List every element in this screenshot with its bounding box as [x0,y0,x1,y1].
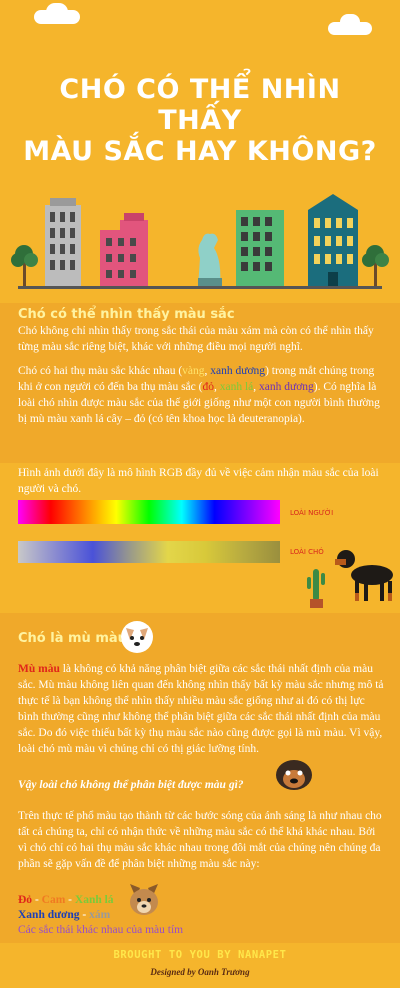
cactus-icon [307,569,325,608]
building-icon [45,198,81,288]
section-title: Chó có thể nhìn thấy màu sắc [18,307,235,322]
dog-icon [335,550,393,601]
dog-icon [198,233,222,288]
tree-icon [11,245,38,288]
dog-face-icon [121,621,153,653]
footer-credit: BROUGHT TO YOU BY NANAPET [113,949,287,961]
dog-face-icon [130,884,158,915]
paragraph: Mù màu là không có khả năng phân biệt gi… [18,663,384,755]
paragraph: Chó có hai thụ màu sắc khác nhau (vàng, … [18,365,380,425]
human-spectrum-bar [18,500,280,524]
designer-credit: Designed by Oanh Trương [150,967,250,977]
paragraph: Chó không chỉ nhìn thấy trong sắc thái c… [18,325,374,353]
dog-face-icon [276,760,312,790]
question-heading: Vậy loài chó không thể phân biệt được mà… [18,779,244,791]
city-skyline-illustration [11,194,389,289]
spectrum-intro: Hình ảnh dưới đây là mô hình RGB đầy đủ … [18,467,379,495]
building-icon [308,194,358,288]
dog-spectrum-bar [18,541,280,563]
cloud-icon [340,14,360,30]
building-icon [236,210,284,288]
human-label: LOÀI NGƯỜI [290,509,334,517]
page-title: CHÓ CÓ THỂ NHÌN THẤY MÀU SẮC HAY KHÔNG? [23,74,377,167]
section-title: Chó là mù màu [18,631,127,646]
tree-icon [362,245,389,288]
cloud-icon [46,3,68,21]
paragraph: Trên thực tế phổ màu tạo thành từ các bư… [18,810,382,870]
building-icon [100,213,148,288]
dog-cactus-illustration [307,550,393,608]
